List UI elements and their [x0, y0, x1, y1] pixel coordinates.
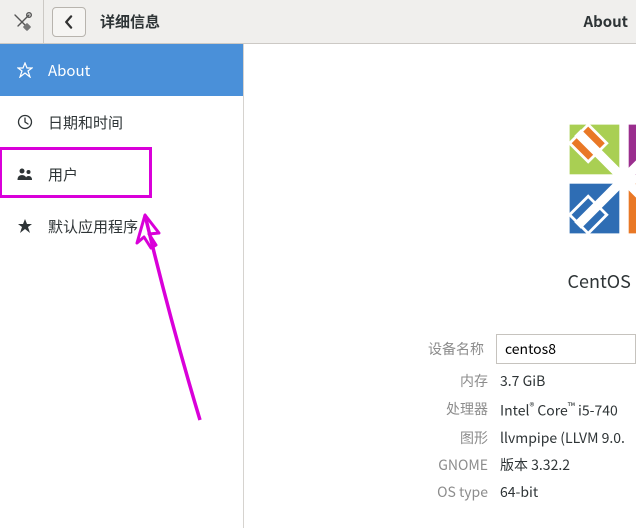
- about-icon: [16, 61, 34, 79]
- gnome-label: GNOME: [244, 455, 500, 475]
- toolbar-right-label: About: [583, 11, 628, 32]
- sidebar: About 日期和时间 用户 默认应用程序: [0, 44, 244, 528]
- graphics-value: llvmpipe (LLVM 9.0.: [500, 428, 625, 448]
- toolbar-title: 详细信息: [100, 11, 160, 32]
- centos-logo: [549, 104, 636, 254]
- users-icon: [16, 165, 34, 183]
- sidebar-item-label: About: [48, 60, 90, 81]
- clock-icon: [16, 113, 34, 131]
- graphics-label: 图形: [244, 428, 500, 448]
- sidebar-item-datetime[interactable]: 日期和时间: [0, 96, 243, 148]
- sidebar-item-label: 用户: [48, 164, 78, 185]
- memory-label: 内存: [244, 371, 500, 391]
- device-name-label: 设备名称: [244, 339, 496, 359]
- sidebar-item-label: 日期和时间: [48, 112, 123, 133]
- processor-label: 处理器: [244, 399, 500, 419]
- star-icon: [16, 217, 34, 235]
- info-grid: 设备名称 内存 3.7 GiB 处理器 Intel® Core™ i5-740 …: [244, 334, 636, 502]
- memory-value: 3.7 GiB: [500, 371, 545, 391]
- gnome-value: 版本 3.32.2: [500, 455, 570, 475]
- settings-tool-icon: [0, 0, 44, 43]
- os-name: CentOS Linux: [524, 268, 636, 294]
- ostype-value: 64-bit: [500, 482, 538, 502]
- sidebar-item-about[interactable]: About: [0, 44, 243, 96]
- processor-value: Intel® Core™ i5-740: [500, 398, 618, 421]
- sidebar-item-default-apps[interactable]: 默认应用程序: [0, 200, 243, 252]
- content-panel: CentOS Linux 设备名称 内存 3.7 GiB 处理器 Intel® …: [244, 44, 636, 528]
- device-name-input[interactable]: [496, 334, 636, 364]
- back-button[interactable]: [52, 7, 86, 37]
- toolbar: 详细信息 About: [0, 0, 636, 44]
- sidebar-item-label: 默认应用程序: [48, 216, 138, 237]
- ostype-label: OS type: [244, 482, 500, 502]
- sidebar-item-users[interactable]: 用户: [0, 148, 243, 200]
